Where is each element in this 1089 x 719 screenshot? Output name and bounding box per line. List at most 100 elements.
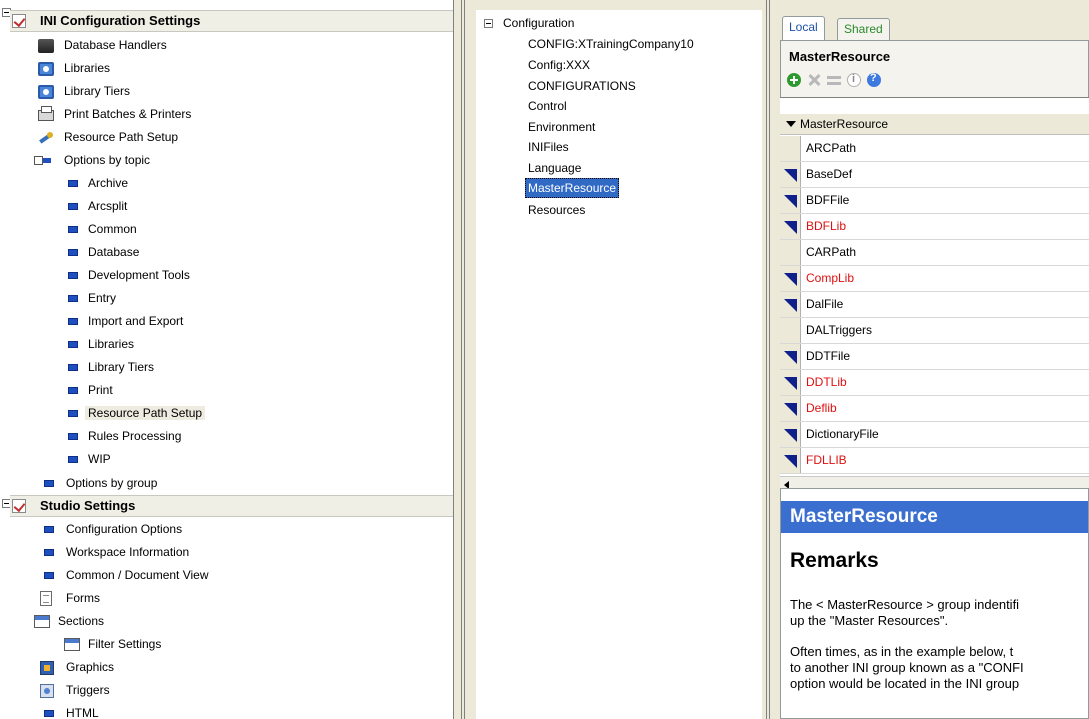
left-splitter[interactable] — [455, 0, 476, 719]
studio-item-workspace-information[interactable]: Workspace Information — [42, 541, 189, 564]
option-bullet-icon — [44, 480, 54, 487]
property-row[interactable]: DDTFile — [780, 344, 1089, 370]
tree-item-options-by-topic[interactable]: Options by topic — [34, 149, 150, 172]
tree-item-database-handlers[interactable]: Database Handlers — [38, 34, 167, 57]
property-row[interactable]: CompLib — [780, 266, 1089, 292]
ini-configuration-settings-header[interactable]: INI Configuration Settings — [10, 10, 453, 32]
help-text-line: option would be located in the INI group — [790, 676, 1020, 691]
override-flag-icon — [784, 169, 797, 182]
config-item[interactable]: Control — [528, 96, 567, 116]
row-gutter — [780, 162, 801, 187]
topic-common[interactable]: Common — [66, 218, 137, 241]
studio-item-configuration-options[interactable]: Configuration Options — [42, 518, 182, 541]
topic-wip[interactable]: WIP — [66, 448, 111, 471]
row-gutter — [780, 240, 801, 265]
printer-icon — [38, 106, 54, 121]
sections-icon — [34, 615, 50, 628]
tree-item-library-tiers[interactable]: Library Tiers — [38, 80, 130, 103]
tree-item-resource-path-setup[interactable]: Resource Path Setup — [38, 126, 178, 149]
topic-libraries[interactable]: Libraries — [66, 333, 134, 356]
tab-local[interactable]: Local — [782, 16, 825, 40]
add-icon[interactable] — [787, 73, 801, 87]
property-row[interactable]: CARPath — [780, 240, 1089, 266]
config-item[interactable]: CONFIGURATIONS — [528, 76, 636, 96]
properties-box: MasterResource MasterResource ARCPath Bas… — [780, 40, 1089, 492]
right-splitter[interactable] — [762, 0, 780, 719]
library-icon — [38, 85, 54, 99]
row-gutter — [780, 318, 801, 343]
property-row[interactable]: Deflib — [780, 396, 1089, 422]
option-bullet-icon — [68, 410, 78, 417]
help-icon[interactable] — [867, 72, 881, 87]
help-text-line: to another INI group known as a "CONFI — [790, 660, 1024, 675]
config-tree-root[interactable]: Configuration — [503, 13, 574, 33]
topic-archive[interactable]: Archive — [66, 172, 128, 195]
row-gutter — [780, 370, 801, 395]
config-item[interactable]: INIFiles — [528, 137, 569, 157]
studio-settings-header[interactable]: Studio Settings — [10, 495, 453, 517]
property-row[interactable]: BDFFile — [780, 188, 1089, 214]
property-row[interactable]: FDLLIB — [780, 448, 1089, 474]
graphics-icon — [40, 661, 54, 675]
override-flag-icon — [784, 221, 797, 234]
row-gutter — [780, 448, 801, 473]
tree-item-print-batches[interactable]: Print Batches & Printers — [38, 103, 191, 126]
config-item[interactable]: CONFIG:XTrainingCompany10 — [528, 34, 694, 54]
config-item[interactable]: Environment — [528, 117, 595, 137]
property-row[interactable]: ARCPath — [780, 136, 1089, 162]
property-grid: MasterResource ARCPath BaseDef BDFFile BDFL… — [780, 97, 1089, 492]
help-text-line: The < MasterResource > group indentifi — [790, 597, 1020, 612]
delete-icon[interactable] — [807, 73, 821, 87]
studio-item-sections[interactable]: Sections — [34, 610, 104, 633]
settings-check-icon — [12, 14, 26, 28]
property-row[interactable]: BaseDef — [780, 162, 1089, 188]
property-row[interactable]: DictionaryFile — [780, 422, 1089, 448]
topic-rules-processing[interactable]: Rules Processing — [66, 425, 181, 448]
topic-database[interactable]: Database — [66, 241, 139, 264]
properties-panel: Local Shared MasterResource MasterResour… — [780, 14, 1089, 719]
topic-print[interactable]: Print — [66, 379, 113, 402]
topic-library-tiers[interactable]: Library Tiers — [66, 356, 154, 379]
option-bullet-icon — [44, 526, 54, 533]
tab-shared[interactable]: Shared — [837, 18, 890, 40]
move-icon[interactable] — [827, 73, 841, 87]
help-text-line: up the "Master Resources". — [790, 613, 949, 628]
collapse-toggle-icon[interactable] — [484, 19, 493, 28]
topic-resource-path-setup[interactable]: Resource Path Setup — [66, 402, 206, 425]
studio-item-triggers[interactable]: Triggers — [40, 679, 110, 702]
option-bullet-icon — [68, 180, 78, 187]
topic-development-tools[interactable]: Development Tools — [66, 264, 190, 287]
studio-item-common-document-view[interactable]: Common / Document View — [42, 564, 209, 587]
property-name: DalFile — [806, 297, 844, 311]
topic-arcsplit[interactable]: Arcsplit — [66, 195, 127, 218]
grid-group-header[interactable]: MasterResource — [780, 114, 1089, 135]
topic-entry[interactable]: Entry — [66, 287, 116, 310]
property-row[interactable]: DALTriggers — [780, 318, 1089, 344]
config-item[interactable]: Resources — [528, 200, 585, 220]
triggers-icon — [40, 684, 54, 698]
property-name: DDTLib — [806, 375, 847, 389]
property-row[interactable]: BDFLib — [780, 214, 1089, 240]
studio-item-graphics[interactable]: Graphics — [40, 656, 114, 679]
studio-item-filter-settings[interactable]: Filter Settings — [64, 633, 161, 656]
studio-item-html[interactable]: HTML — [42, 702, 99, 719]
row-gutter — [780, 136, 801, 161]
row-gutter — [780, 344, 801, 369]
property-name: DictionaryFile — [806, 427, 879, 441]
override-flag-icon — [784, 429, 797, 442]
row-gutter — [780, 422, 801, 447]
expanded-options-icon — [34, 156, 52, 166]
info-icon[interactable] — [847, 73, 861, 87]
config-item[interactable]: Config:XXX — [528, 55, 590, 75]
property-row[interactable]: DalFile — [780, 292, 1089, 318]
config-item-selected[interactable]: MasterResource — [525, 178, 620, 198]
property-row[interactable]: DDTLib — [780, 370, 1089, 396]
topic-import-and-export[interactable]: Import and Export — [66, 310, 183, 333]
config-item[interactable]: Language — [528, 158, 581, 178]
tree-item-options-by-group[interactable]: Options by group — [42, 472, 157, 495]
property-name: CARPath — [806, 245, 857, 259]
studio-item-forms[interactable]: Forms — [40, 587, 100, 610]
row-gutter — [780, 266, 801, 291]
option-bullet-icon — [44, 710, 54, 717]
tree-item-libraries[interactable]: Libraries — [38, 57, 110, 80]
